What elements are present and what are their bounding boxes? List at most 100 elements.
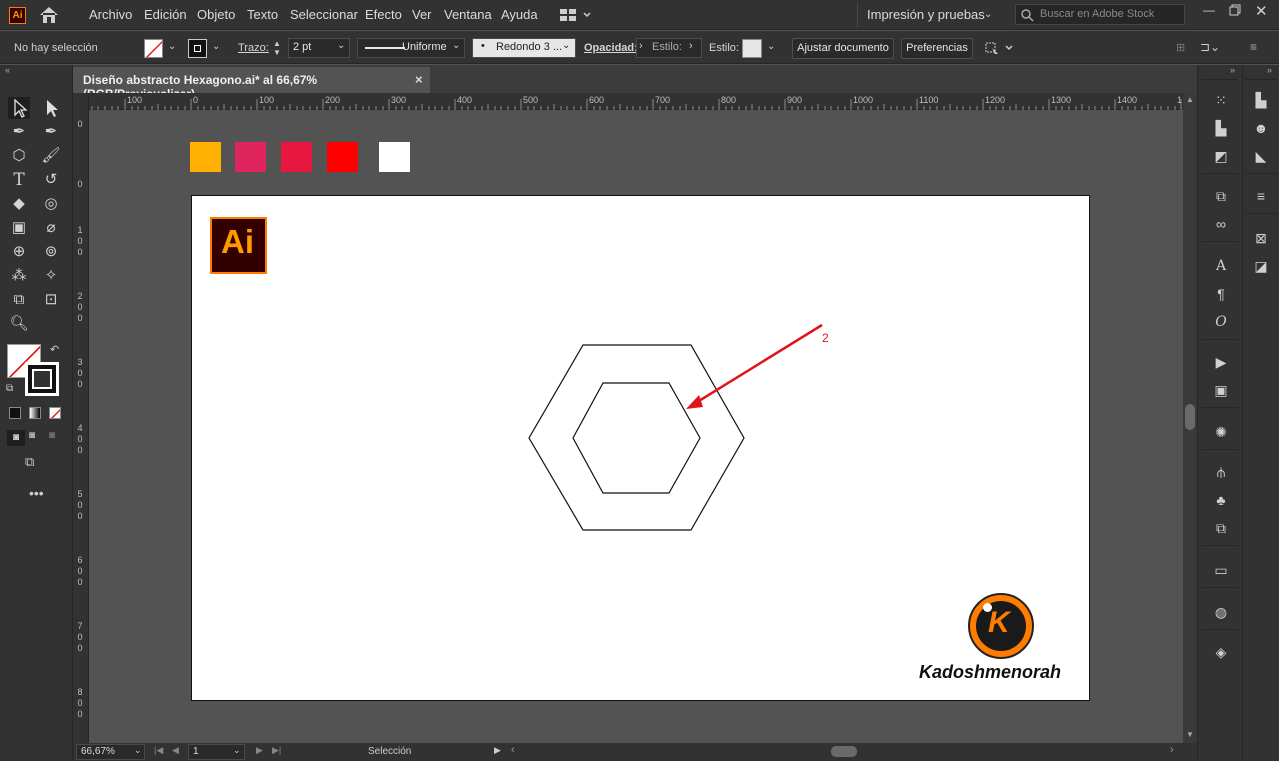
warp-tool-icon[interactable]: ◎ <box>40 193 62 215</box>
stroke-panel-icon[interactable]: ≡ <box>1248 185 1274 207</box>
fill-swatch[interactable] <box>144 39 163 58</box>
eraser-tool-icon[interactable]: ◆ <box>8 193 30 215</box>
stroke-weight-input[interactable]: 2 pt ⌄ <box>288 38 350 58</box>
artboard-number-box[interactable]: 1 ⌄ <box>188 744 245 760</box>
edit-toolbar-icon[interactable]: ••• <box>29 485 44 501</box>
color-swatch-white[interactable] <box>379 142 410 172</box>
control-bar-menu-icon[interactable]: ≡ <box>1250 40 1257 54</box>
none-mode-icon[interactable] <box>49 407 61 419</box>
opacity-label[interactable]: Opacidad: <box>584 42 638 54</box>
symbol-sprayer-tool-icon[interactable]: ⁂ <box>8 265 30 287</box>
collapse-dock-2-icon[interactable]: » <box>1267 65 1272 75</box>
transform-options-icon[interactable]: ⊐⌄ <box>1200 40 1220 54</box>
stroke-chevron-icon[interactable]: ⌄ <box>212 41 220 52</box>
color-swatch-red[interactable] <box>327 142 358 172</box>
layers-panel-icon[interactable]: ◈ <box>1208 641 1234 663</box>
pathfinder-panel-icon[interactable]: ◩ <box>1208 145 1234 167</box>
eyedropper-tool-icon[interactable]: ⌀ <box>40 217 62 239</box>
minimize-window-icon[interactable]: — <box>1203 3 1215 17</box>
menu-ayuda[interactable]: Ayuda <box>501 7 538 22</box>
stroke-label[interactable]: Trazo: <box>238 42 269 54</box>
color-swatch-crimson[interactable] <box>281 142 312 172</box>
artboard-tool-icon[interactable]: ⊡ <box>40 289 62 311</box>
gradient-panel-icon[interactable]: ▭ <box>1208 559 1234 581</box>
opentype-panel-icon[interactable]: O <box>1208 311 1234 333</box>
stock-search-box[interactable]: Buscar en Adobe Stock <box>1015 4 1185 25</box>
align-panel-icon[interactable]: ▙ <box>1208 117 1234 139</box>
shape-builder-tool-icon[interactable]: ⊕ <box>8 241 30 263</box>
align-to-selection-icon[interactable]: ⊞ <box>1176 41 1185 54</box>
collapse-dock-icon[interactable]: » <box>1230 65 1235 75</box>
rotate-tool-icon[interactable]: ↺ <box>40 169 62 191</box>
menu-ver[interactable]: Ver <box>412 7 432 22</box>
artboard[interactable]: Ai 2 K Kadoshmenorah <box>191 195 1090 701</box>
select-similar-icon[interactable] <box>984 40 1016 59</box>
arrange-documents-icon[interactable] <box>559 8 593 25</box>
draw-inside-icon[interactable]: ◙ <box>49 430 55 441</box>
vertical-ruler[interactable]: 0 0 1 0 0 2 0 0 3 0 0 4 0 0 5 0 0 6 0 0 … <box>73 93 89 743</box>
stroke-color-box[interactable] <box>25 362 59 396</box>
workspace-switcher[interactable]: Impresión y pruebas <box>867 7 985 22</box>
selection-tool-icon[interactable] <box>8 97 30 119</box>
close-window-icon[interactable]: ✕ <box>1255 2 1268 20</box>
menu-edicion[interactable]: Edición <box>144 7 187 22</box>
menu-objeto[interactable]: Objeto <box>197 7 235 22</box>
opacity-style-box[interactable]: › Estilo: › <box>636 38 702 58</box>
fit-document-button[interactable]: Ajustar documento <box>792 38 894 59</box>
last-artboard-icon[interactable]: ▶| <box>272 745 281 756</box>
fill-chevron-icon[interactable]: ⌄ <box>168 41 176 52</box>
draw-behind-icon[interactable]: ◙ <box>29 430 35 441</box>
scroll-thumb[interactable] <box>1185 404 1195 430</box>
home-icon[interactable] <box>38 5 60 28</box>
menu-archivo[interactable]: Archivo <box>89 7 132 22</box>
gradient-tool-icon[interactable]: ▣ <box>8 217 30 239</box>
asset-export-panel-icon[interactable]: ⧉ <box>1208 517 1234 539</box>
draw-normal-icon[interactable]: ◙ <box>7 430 25 446</box>
previous-artboard-icon[interactable]: ◀ <box>172 745 179 756</box>
color-panel-icon[interactable]: ▙ <box>1248 89 1274 111</box>
status-menu-icon[interactable]: ▶ <box>494 745 501 756</box>
scroll-left-icon[interactable]: ‹ <box>511 744 515 756</box>
gradient-mode-icon[interactable] <box>29 407 41 419</box>
zoom-tool-icon[interactable]: 🔍︎ <box>8 313 30 335</box>
stroke-weight-stepper-icon[interactable]: ▲ ▼ <box>273 39 281 57</box>
menu-ventana[interactable]: Ventana <box>444 7 492 22</box>
first-artboard-icon[interactable]: |◀ <box>154 745 163 756</box>
graphic-style-swatch[interactable] <box>742 39 762 58</box>
preferences-button[interactable]: Preferencias <box>901 38 973 59</box>
variable-width-profile[interactable]: Uniforme ⌄ <box>357 38 465 58</box>
zoom-level-box[interactable]: 66,67% ⌄ <box>76 744 145 760</box>
collapse-tools-icon[interactable]: « <box>5 65 10 75</box>
paintbrush-tool-icon[interactable]: 🖌 <box>40 145 62 167</box>
brushes-panel-icon[interactable]: ◣ <box>1248 145 1274 167</box>
pen-tool-icon[interactable]: ✒ <box>8 121 30 143</box>
stroke-swatch[interactable] <box>188 39 207 58</box>
menu-texto[interactable]: Texto <box>247 7 278 22</box>
puppet-warp-tool-icon[interactable]: ✧ <box>40 265 62 287</box>
workspace-chevron-icon[interactable]: ⌄ <box>984 9 992 20</box>
swap-fill-stroke-icon[interactable]: ↶ <box>50 343 59 356</box>
scroll-right-icon[interactable]: › <box>1170 744 1174 756</box>
graphic-style-chevron-icon[interactable]: ⌄ <box>767 41 775 52</box>
appearance-panel-icon[interactable]: ✺ <box>1208 421 1234 443</box>
color-guide-panel-icon[interactable]: ☻ <box>1248 117 1274 139</box>
artboards-panel-icon[interactable]: ⧉ <box>1208 185 1234 207</box>
change-screen-mode-icon[interactable]: ⧉ <box>25 454 34 470</box>
scroll-up-icon[interactable]: ▲ <box>1186 95 1194 104</box>
libraries-panel-icon[interactable]: ◪ <box>1248 255 1274 277</box>
image-trace-panel-icon[interactable]: ⊠ <box>1248 227 1274 249</box>
color-swatch-pink[interactable] <box>235 142 266 172</box>
document-tab[interactable]: Diseño abstracto Hexagono.ai* al 66,67% … <box>73 67 430 101</box>
variables-panel-icon[interactable]: ⫛ <box>1208 461 1234 483</box>
color-swatch-orange[interactable] <box>190 142 221 172</box>
navigator-panel-icon[interactable]: ▣ <box>1208 379 1234 401</box>
menu-seleccionar[interactable]: Seleccionar <box>290 7 358 22</box>
horizontal-ruler[interactable]: 100 0 100 200 300 400 500 600 700 800 90… <box>89 93 1197 110</box>
scroll-down-icon[interactable]: ▼ <box>1186 730 1194 739</box>
type-tool-icon[interactable]: T <box>8 169 30 191</box>
vertical-scrollbar[interactable]: ▲ ▼ <box>1183 93 1197 743</box>
color-mode-icon[interactable] <box>9 407 21 419</box>
character-panel-icon[interactable]: A <box>1208 255 1234 277</box>
current-tool-status[interactable]: Selección <box>368 746 411 757</box>
transform-panel-icon[interactable]: ⁙ <box>1208 89 1234 111</box>
